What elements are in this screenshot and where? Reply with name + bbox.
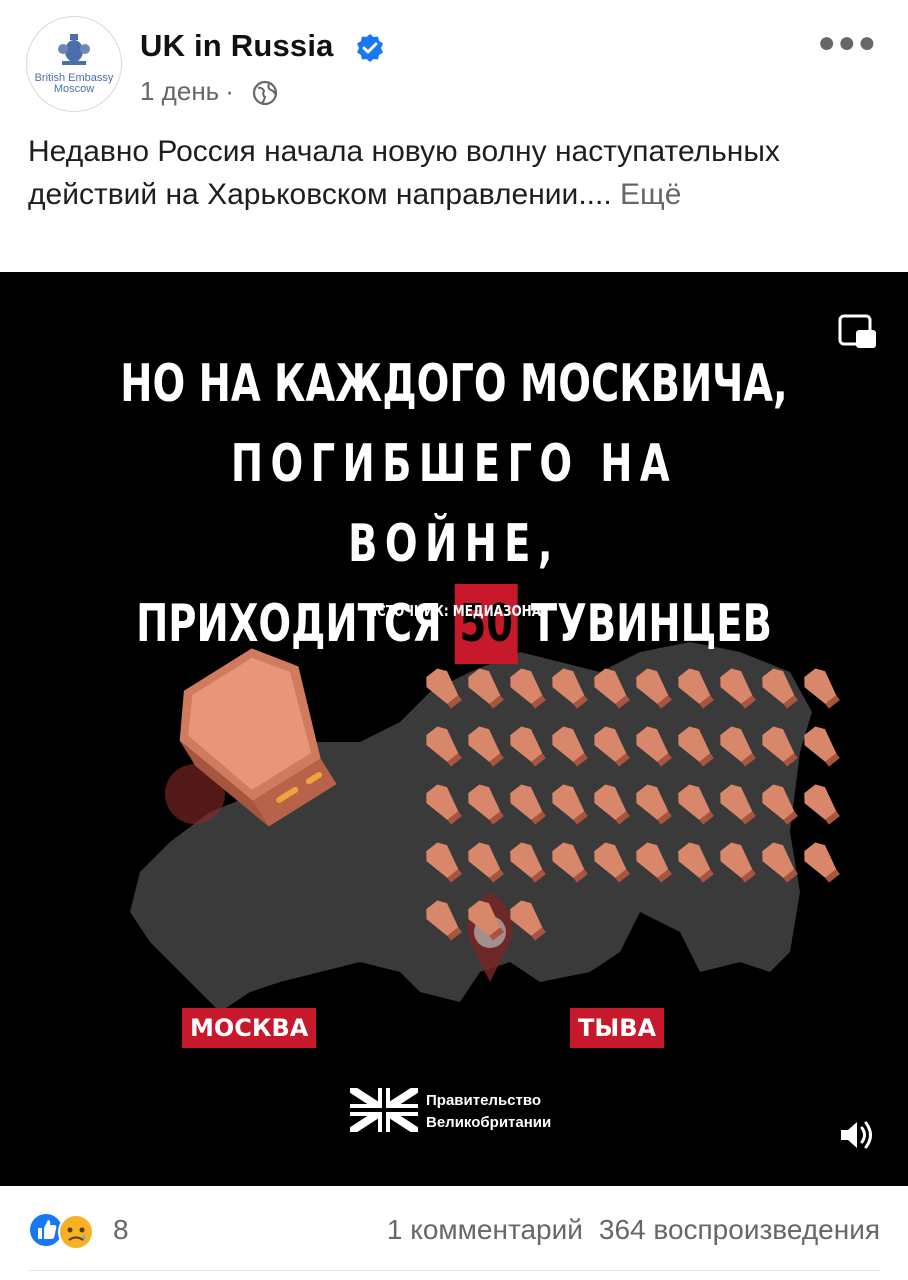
- moscow-label: МОСКВА: [182, 1008, 317, 1048]
- volume-icon[interactable]: [838, 1118, 876, 1152]
- tyva-label: ТЫВА: [570, 1008, 665, 1048]
- avatar-caption-line2: Moscow: [53, 83, 95, 95]
- headline-line2: ПОГИБШЕГО НА ВОЙНЕ,: [230, 434, 678, 574]
- crest-icon: [58, 34, 90, 65]
- like-reaction-icon: [28, 1212, 64, 1248]
- post-time[interactable]: 1 день: [140, 76, 219, 106]
- sad-reaction-icon: [58, 1214, 94, 1250]
- verified-badge-icon: [357, 34, 383, 62]
- small-coffin: [804, 842, 840, 883]
- post-text: Недавно Россия начала новую волну наступ…: [28, 130, 878, 216]
- reaction-icons[interactable]: [28, 1210, 108, 1250]
- headline-number: 50: [455, 584, 518, 664]
- page-avatar[interactable]: British Embassy Moscow: [26, 16, 122, 112]
- gov-line2: Великобритании: [426, 1114, 552, 1131]
- page-name-link[interactable]: UK in Russia: [140, 28, 334, 64]
- union-jack-icon: [350, 1088, 418, 1132]
- headline-line1: НО НА КАЖДОГО МОСКВИЧА,: [120, 354, 788, 414]
- meta-separator: ·: [225, 76, 234, 106]
- avatar-caption: British Embassy Moscow: [27, 73, 121, 95]
- gov-logo-text: Правительство Великобритании: [426, 1090, 551, 1134]
- comments-count[interactable]: 1 комментарий: [387, 1214, 583, 1245]
- more-options-icon[interactable]: ●●●: [818, 26, 878, 60]
- gov-line1: Правительство: [426, 1092, 542, 1109]
- reaction-count[interactable]: 8: [113, 1214, 129, 1246]
- see-more-link[interactable]: Ещё: [620, 178, 681, 211]
- headline-line3: ПРИХОДИТСЯ 50 ТУВИНЦЕВ: [118, 584, 790, 664]
- post-stats: 1 комментарий 364 воспроизведения: [371, 1214, 880, 1246]
- small-coffin: [804, 784, 840, 825]
- pip-icon[interactable]: [838, 314, 878, 350]
- views-count[interactable]: 364 воспроизведения: [599, 1214, 880, 1245]
- video-player[interactable]: НО НА КАЖДОГО МОСКВИЧА, ПОГИБШЕГО НА ВОЙ…: [0, 272, 908, 1186]
- post-meta: 1 день ·: [140, 76, 240, 107]
- globe-icon: [252, 80, 278, 106]
- source-caption: ИСТОЧНИК: МЕДИАЗОНА: [366, 602, 542, 620]
- divider: [28, 1270, 880, 1271]
